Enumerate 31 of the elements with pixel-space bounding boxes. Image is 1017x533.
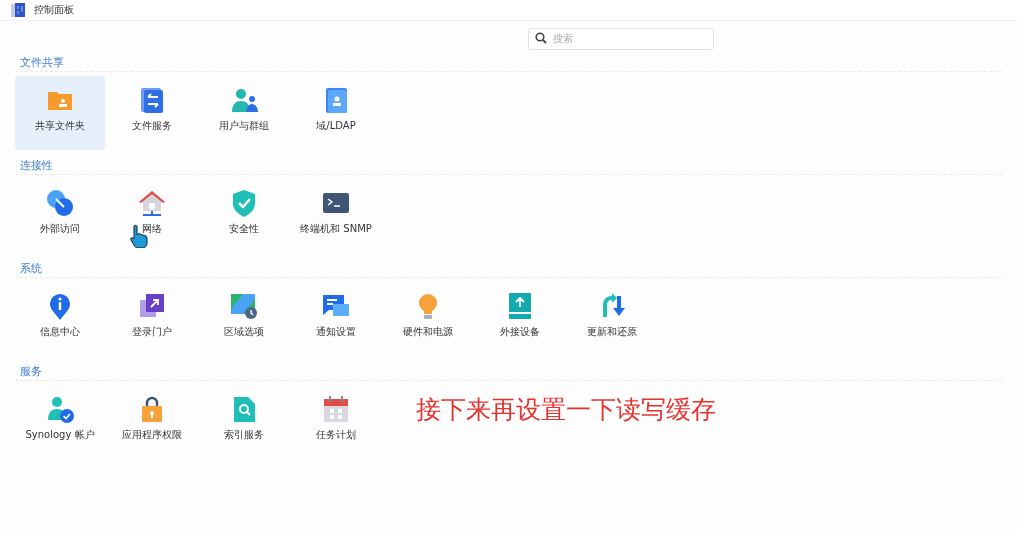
- control-panel-item[interactable]: 安全性: [199, 179, 289, 253]
- house-icon: [137, 188, 167, 218]
- user-check-icon: [45, 394, 75, 424]
- control-panel-item[interactable]: 索引服务: [199, 385, 289, 459]
- caption-text: 接下来再设置一下读写缓存: [416, 394, 716, 426]
- control-panel-item[interactable]: 域/LDAP: [291, 76, 381, 150]
- control-panel-item[interactable]: Synology 帐户: [15, 385, 105, 459]
- control-panel-item[interactable]: 更新和还原: [567, 282, 657, 356]
- control-panel-item[interactable]: 硬件和电源: [383, 282, 473, 356]
- linked-circles-icon: [45, 188, 75, 218]
- control-panel-item[interactable]: 终端机和 SNMP: [291, 179, 381, 253]
- control-panel-item[interactable]: 外接设备: [475, 282, 565, 356]
- control-panel-item[interactable]: 应用程序权限: [107, 385, 197, 459]
- section-title: 服务: [19, 364, 43, 380]
- control-panel-item[interactable]: 登录门户: [107, 282, 197, 356]
- window-title: 控制面板: [34, 3, 74, 17]
- control-panel-item[interactable]: 文件服务: [107, 76, 197, 150]
- control-panel-item[interactable]: 通知设置: [291, 282, 381, 356]
- control-panel-item[interactable]: 共享文件夹: [15, 76, 105, 150]
- search-field[interactable]: 搜索: [528, 27, 714, 50]
- section-title: 系统: [19, 261, 43, 277]
- control-panel-item[interactable]: 区域选项: [199, 282, 289, 356]
- app-icon: [10, 2, 26, 18]
- control-panel-item[interactable]: 用户与群组: [199, 76, 289, 150]
- section-title: 连接性: [19, 158, 54, 174]
- control-panel-item[interactable]: 任务计划: [291, 385, 381, 459]
- control-panel-item[interactable]: 信息中心: [15, 282, 105, 356]
- section-title: 文件共享: [19, 55, 65, 71]
- calendar-icon: [321, 394, 351, 424]
- control-panel-item[interactable]: 外部访问: [15, 179, 105, 253]
- map-clock-icon: [229, 291, 259, 321]
